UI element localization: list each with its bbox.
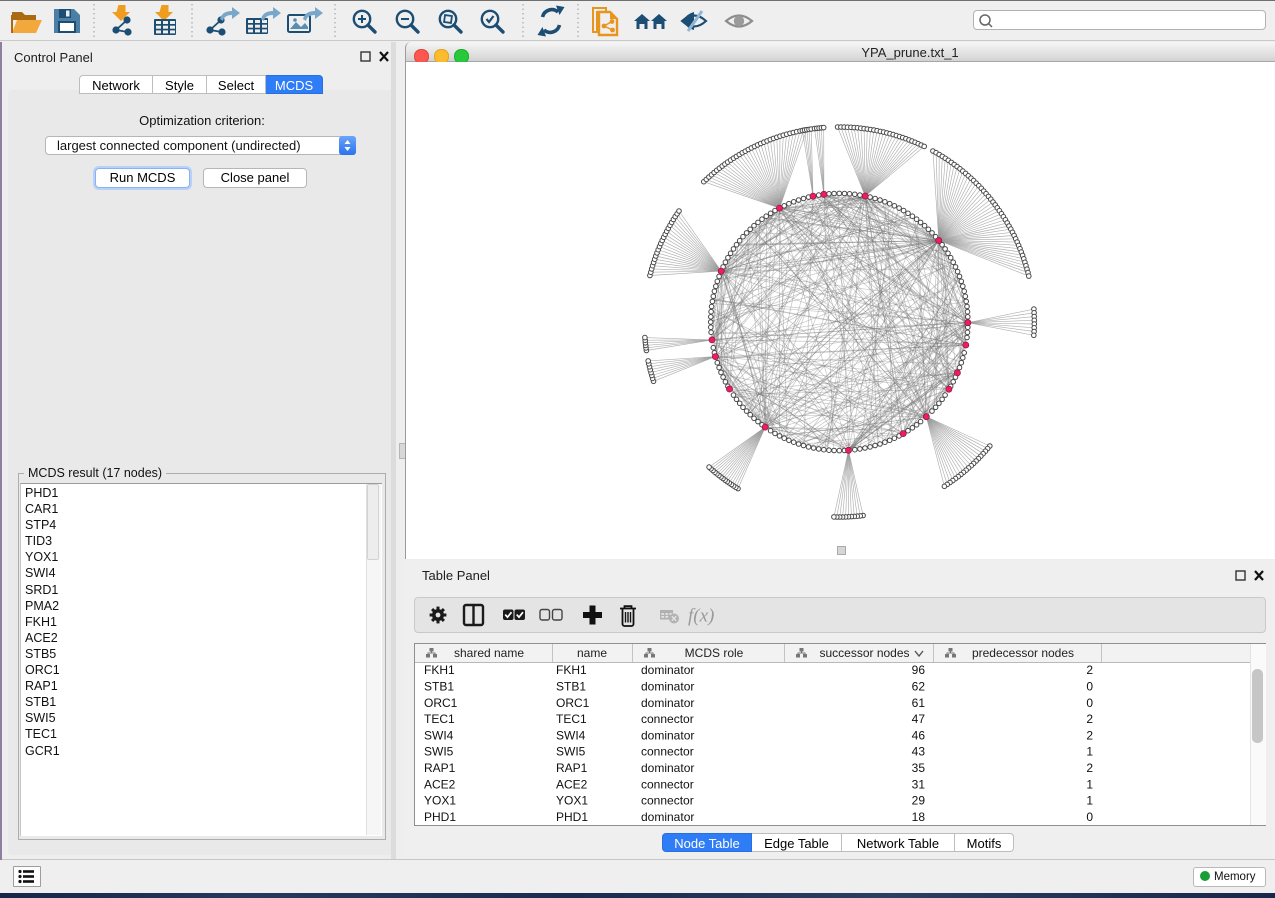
svg-text:2: 2: [1086, 728, 1093, 742]
svg-text:47: 47: [912, 712, 926, 726]
svg-text:46: 46: [912, 728, 926, 742]
svg-text:1: 1: [1086, 777, 1093, 791]
svg-text:dominator: dominator: [641, 810, 694, 824]
svg-text:dominator: dominator: [641, 728, 694, 742]
svg-text:TEC1: TEC1: [424, 712, 455, 726]
svg-text:18: 18: [912, 810, 926, 824]
svg-text:STB1: STB1: [424, 680, 454, 694]
svg-text:STB1: STB1: [556, 680, 586, 694]
svg-text:ORC1: ORC1: [424, 696, 458, 710]
svg-text:connector: connector: [641, 794, 694, 808]
svg-text:dominator: dominator: [641, 761, 694, 775]
svg-text:2: 2: [1086, 663, 1093, 677]
svg-text:31: 31: [912, 777, 926, 791]
svg-text:MCDS role: MCDS role: [685, 646, 744, 660]
svg-text:0: 0: [1086, 810, 1093, 824]
svg-text:f(x): f(x): [688, 606, 714, 627]
svg-text:PHD1: PHD1: [424, 810, 456, 824]
svg-text:61: 61: [912, 696, 926, 710]
svg-text:RAP1: RAP1: [424, 761, 456, 775]
svg-text:62: 62: [912, 680, 926, 694]
svg-text:YOX1: YOX1: [424, 794, 456, 808]
svg-text:43: 43: [912, 745, 926, 759]
svg-text:2: 2: [1086, 712, 1093, 726]
svg-text:ACE2: ACE2: [424, 777, 456, 791]
svg-text:TEC1: TEC1: [556, 712, 587, 726]
svg-text:ACE2: ACE2: [556, 777, 588, 791]
svg-text:0: 0: [1086, 696, 1093, 710]
svg-text:name: name: [577, 646, 607, 660]
svg-text:SWI4: SWI4: [556, 728, 586, 742]
svg-text:dominator: dominator: [641, 696, 694, 710]
svg-text:connector: connector: [641, 712, 694, 726]
svg-text:29: 29: [912, 794, 926, 808]
svg-text:dominator: dominator: [641, 663, 694, 677]
svg-text:FKH1: FKH1: [424, 663, 455, 677]
svg-text:96: 96: [912, 663, 926, 677]
svg-text:predecessor nodes: predecessor nodes: [972, 646, 1074, 660]
svg-text:SWI5: SWI5: [556, 745, 586, 759]
svg-text:connector: connector: [641, 777, 694, 791]
svg-text:YOX1: YOX1: [556, 794, 588, 808]
svg-text:SWI5: SWI5: [424, 745, 454, 759]
svg-text:RAP1: RAP1: [556, 761, 588, 775]
svg-text:0: 0: [1086, 680, 1093, 694]
svg-text:1: 1: [1086, 794, 1093, 808]
svg-text:dominator: dominator: [641, 680, 694, 694]
svg-text:shared name: shared name: [454, 646, 524, 660]
svg-text:FKH1: FKH1: [556, 663, 587, 677]
svg-text:PHD1: PHD1: [556, 810, 588, 824]
svg-text:2: 2: [1086, 761, 1093, 775]
svg-text:connector: connector: [641, 745, 694, 759]
svg-text:35: 35: [912, 761, 926, 775]
svg-text:1: 1: [1086, 745, 1093, 759]
svg-text:successor nodes: successor nodes: [819, 646, 909, 660]
svg-text:SWI4: SWI4: [424, 728, 454, 742]
svg-text:ORC1: ORC1: [556, 696, 590, 710]
